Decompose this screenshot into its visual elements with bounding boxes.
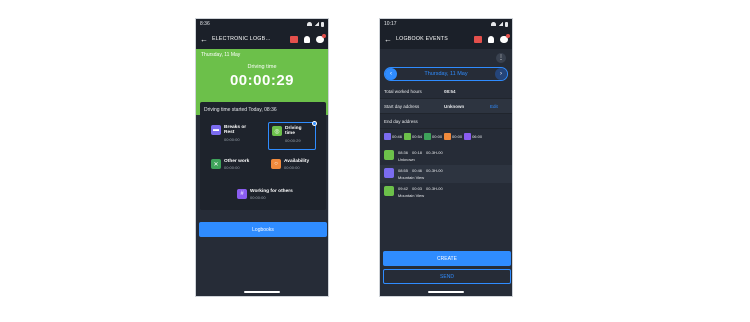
timer-display: 00:00:29 — [229, 72, 295, 89]
status-time: 10:17 — [384, 21, 397, 27]
end-address-row: End day address — [380, 114, 512, 129]
event-place: Mountain View — [398, 175, 425, 180]
hash-icon: # — [237, 189, 247, 199]
row-label: Total worked hours — [384, 88, 422, 94]
bed-icon — [384, 168, 394, 178]
app-bar: ← ELECTRONIC LOGB… — [196, 29, 328, 49]
create-button[interactable]: CREATE — [383, 251, 511, 266]
activity-time: 00:00:00 — [224, 136, 240, 142]
notification-dot — [506, 33, 510, 38]
logbooks-button[interactable]: Logbooks — [199, 222, 327, 237]
prev-day-icon[interactable]: ‹ — [385, 68, 397, 80]
event-row[interactable]: 08:36 00:18 00-3H-00 Unknown — [380, 147, 512, 165]
event-row[interactable]: 08:55 00:46 00-3H-00 Mountain View — [380, 165, 512, 183]
phone-screen-events: 10:17 ← LOGBOOK EVENTS ⋮ ‹ Thursday, 11 … — [379, 18, 513, 297]
start-address-row: Start day address Unknown Edit — [380, 99, 512, 114]
steering-wheel-icon — [384, 186, 394, 196]
steering-wheel-icon: ◎ — [272, 126, 282, 136]
summary-chips: 00:46 00:54 00:00 00:00 06:00 — [380, 129, 512, 144]
activity-availability[interactable]: ○ Availability 00:00:00 — [268, 156, 316, 184]
next-day-icon[interactable]: › — [494, 68, 507, 80]
activity-name: Other work — [224, 159, 250, 164]
status-bar: 8:36 — [196, 19, 328, 29]
chip-availability: 00:00 — [444, 133, 462, 140]
activity-other-work[interactable]: ✕ Other work 00:00:00 — [208, 156, 256, 184]
bed-icon: ▬ — [211, 125, 221, 135]
page-title: ELECTRONIC LOGB… — [212, 36, 271, 42]
signal-icon — [314, 22, 319, 26]
event-row[interactable]: 09:42 00:03 00-3H-00 Mountain View — [380, 183, 512, 201]
activity-name: Availability — [284, 159, 310, 164]
activity-panel: Driving time started Today, 08:36 ▬ Brea… — [200, 102, 326, 210]
gesture-bar — [244, 291, 280, 293]
send-button[interactable]: SEND — [383, 269, 511, 284]
chip-others: 06:00 — [464, 133, 482, 140]
activity-name: Working for others — [250, 189, 293, 194]
row-label: Start day address — [384, 103, 420, 109]
row-value: Unknown — [444, 103, 465, 109]
activity-time: 00:00:29 — [285, 137, 301, 143]
bell-icon[interactable] — [304, 35, 310, 43]
check-icon — [312, 121, 317, 126]
status-time: 8:36 — [200, 21, 210, 27]
edit-link[interactable]: Edit — [490, 104, 498, 109]
date-selector: ‹ Thursday, 11 May › — [384, 67, 508, 81]
battery-icon — [321, 21, 324, 27]
chip-rest: 00:46 — [384, 133, 402, 140]
status-bar: 10:17 — [380, 19, 512, 29]
back-arrow-icon[interactable]: ← — [384, 35, 396, 44]
event-place: Unknown — [398, 157, 415, 162]
chip-work: 00:00 — [424, 133, 442, 140]
activity-working-for-others[interactable]: # Working for others 00:00:00 — [234, 186, 296, 214]
clock-icon: ○ — [271, 159, 281, 169]
signal-icon — [498, 22, 503, 26]
current-date: Thursday, 11 May — [201, 52, 241, 58]
app-bar: ← LOGBOOK EVENTS — [380, 29, 512, 49]
page-title: LOGBOOK EVENTS — [396, 36, 448, 42]
wifi-icon — [491, 22, 496, 26]
bell-icon[interactable] — [488, 35, 494, 43]
activity-name: Driving time — [285, 126, 302, 137]
activity-name: Breaks or Rest — [224, 125, 247, 136]
logbook-icon[interactable] — [290, 35, 298, 43]
event-place: Mountain View — [398, 193, 425, 198]
wifi-icon — [307, 22, 312, 26]
notification-dot — [322, 33, 326, 38]
chip-driving: 00:54 — [404, 133, 422, 140]
logbook-icon[interactable] — [474, 35, 482, 43]
battery-icon — [505, 21, 508, 27]
row-value: 08:54 — [444, 88, 456, 94]
activity-breaks-rest[interactable]: ▬ Breaks or Rest 00:00:00 — [208, 122, 256, 150]
activity-driving-time[interactable]: ◎ Driving time 00:00:29 — [268, 121, 317, 150]
worked-hours-row: Total worked hours 08:54 — [380, 84, 512, 99]
row-label: End day address — [384, 118, 418, 124]
activity-time: 00:00:00 — [250, 195, 266, 201]
activity-time: 00:00:00 — [224, 165, 240, 171]
selected-date[interactable]: Thursday, 11 May — [424, 71, 467, 77]
gesture-bar — [428, 291, 464, 293]
started-text: Driving time started Today, 08:36 — [204, 107, 277, 113]
chat-icon[interactable] — [316, 33, 326, 43]
steering-wheel-icon — [384, 150, 394, 160]
mode-label: Driving time — [247, 64, 277, 70]
more-options-icon[interactable]: ⋮ — [496, 52, 506, 63]
back-arrow-icon[interactable]: ← — [200, 35, 212, 44]
activity-time: 00:00:00 — [284, 165, 300, 171]
chat-icon[interactable] — [500, 33, 510, 43]
tools-icon: ✕ — [211, 159, 221, 169]
phone-screen-logbook: 8:36 ← ELECTRONIC LOGB… Thursday, 11 May… — [195, 18, 329, 297]
